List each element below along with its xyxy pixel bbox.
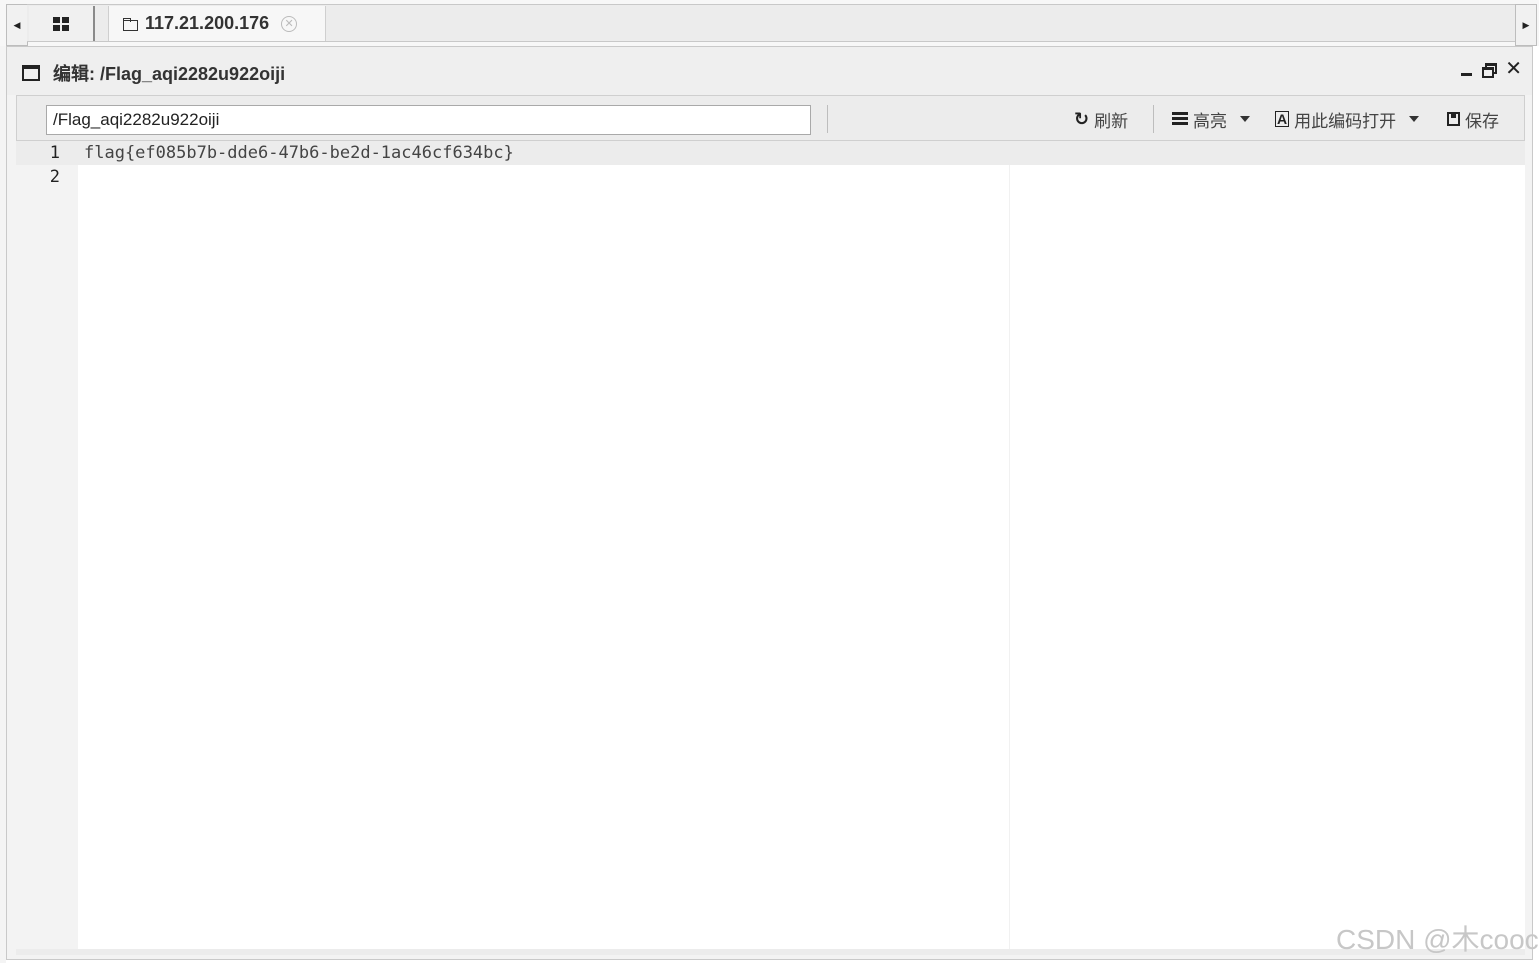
minimize-icon[interactable] <box>1461 62 1473 76</box>
editor-bottom-bar <box>16 949 1525 955</box>
code-line[interactable]: 1 flag{ef085b7b-dde6-47b6-be2d-1ac46cf63… <box>16 141 1525 165</box>
highlight-dropdown[interactable]: 高亮 <box>1172 106 1250 132</box>
print-margin <box>1009 165 1010 949</box>
line-number: 1 <box>49 143 60 163</box>
save-button[interactable]: 保存 <box>1447 106 1499 132</box>
line-gutter <box>16 141 78 949</box>
encoding-dropdown[interactable]: A 用此编码打开 <box>1275 106 1420 132</box>
save-icon <box>1447 112 1460 126</box>
editor-toolbar: ↻ 刷新 高亮 A 用此编码打开 保存 <box>16 95 1525 141</box>
chevron-down-icon <box>1240 116 1250 122</box>
tab-scroll-left-button[interactable]: ◀ <box>6 4 28 46</box>
save-label: 保存 <box>1465 111 1499 131</box>
folder-icon <box>123 17 138 31</box>
language-icon: A <box>1275 111 1290 127</box>
tab-home[interactable] <box>29 6 95 41</box>
close-icon[interactable]: ✕ <box>1505 59 1522 79</box>
refresh-button[interactable]: ↻ 刷新 <box>1074 106 1128 132</box>
window-controls: ✕ <box>1461 59 1522 79</box>
tab-scroll-right-button[interactable]: ▶ <box>1515 4 1537 46</box>
window-title: 编辑: /Flag_aqi2282u922oiji <box>53 64 286 84</box>
line-text[interactable]: flag{ef085b7b-dde6-47b6-be2d-1ac46cf634b… <box>84 141 514 165</box>
editor-window: 编辑: /Flag_aqi2282u922oiji ✕ ↻ 刷新 高亮 A 用此… <box>6 46 1533 960</box>
encoding-label: 用此编码打开 <box>1294 111 1397 131</box>
toolbar-divider <box>827 105 828 133</box>
refresh-icon: ↻ <box>1074 108 1090 129</box>
highlight-label: 高亮 <box>1193 111 1227 131</box>
watermark: CSDN @木cooc <box>1336 924 1539 955</box>
code-editor[interactable]: 1 flag{ef085b7b-dde6-47b6-be2d-1ac46cf63… <box>16 141 1525 949</box>
code-line[interactable]: 2 <box>16 165 1525 189</box>
tab-host[interactable]: 117.21.200.176 ✕ <box>108 6 326 41</box>
tab-host-label: 117.21.200.176 <box>145 13 270 33</box>
tab-strip: ◀ 117.21.200.176 ✕ ▶ <box>0 0 1539 46</box>
line-number: 2 <box>49 167 60 187</box>
window-icon <box>22 65 40 81</box>
toolbar-divider <box>1153 105 1154 133</box>
restore-icon[interactable] <box>1482 62 1498 78</box>
list-icon <box>1172 112 1188 126</box>
refresh-label: 刷新 <box>1094 111 1129 131</box>
window-titlebar[interactable]: 编辑: /Flag_aqi2282u922oiji ✕ <box>7 47 1532 95</box>
close-circle-icon[interactable]: ✕ <box>281 15 298 32</box>
grid-icon <box>53 16 69 31</box>
path-input[interactable] <box>46 105 811 135</box>
chevron-down-icon <box>1409 116 1420 122</box>
